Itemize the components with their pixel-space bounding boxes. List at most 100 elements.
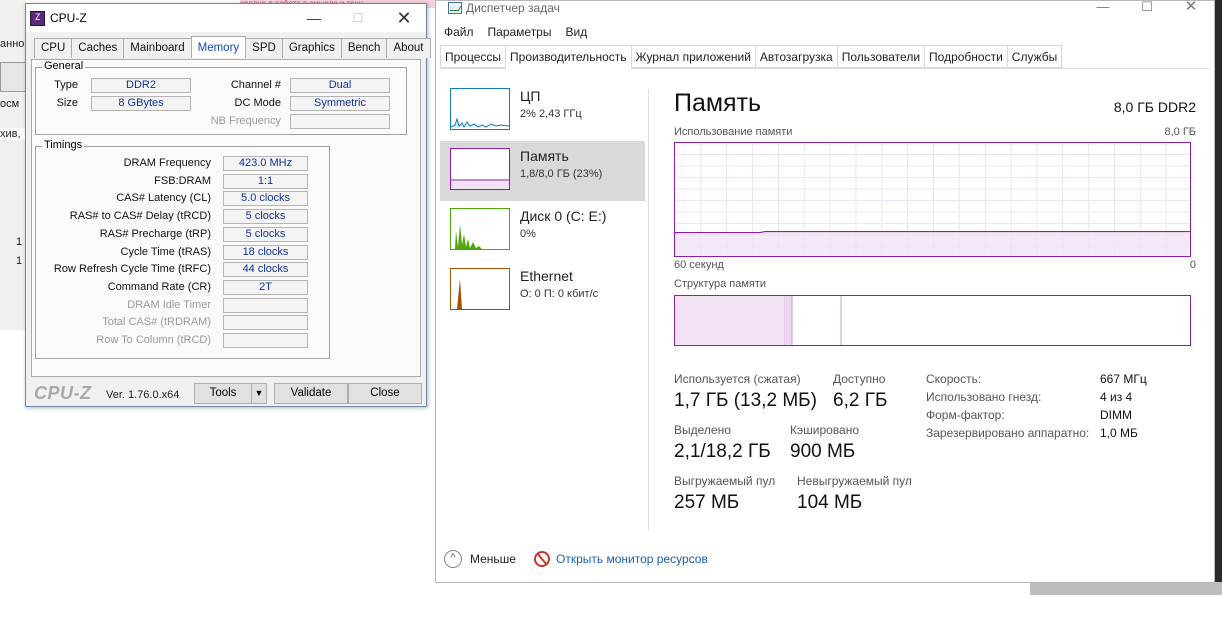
timings-group-label: Timings (42, 139, 85, 151)
menu-options[interactable]: Параметры (488, 25, 552, 39)
nonpaged-pool-label: Невыгружаемый пул (797, 474, 912, 488)
size-label: Size (56, 97, 78, 109)
usage-graph-label: Использование памяти (674, 126, 793, 138)
open-resource-monitor-link[interactable]: Открыть монитор ресурсов (556, 552, 708, 566)
hw-reserved-label: Зарезервировано аппаратно: (926, 426, 1090, 440)
tab-details[interactable]: Подробности (924, 45, 1007, 68)
bg-text-1: анно (0, 38, 25, 50)
form-factor-value: DIMM (1100, 408, 1132, 422)
timing-label: Row Refresh Cycle Time (tRFC) (53, 263, 211, 276)
bg-text-2: осм (0, 98, 20, 110)
tab-users[interactable]: Пользователи (836, 45, 925, 68)
timing-label: Total CAS# (tRDRAM) (102, 316, 211, 329)
tab-cpu[interactable]: CPU (34, 38, 73, 58)
tab-performance[interactable]: Производительность (505, 45, 631, 69)
timing-label: Row To Column (tRCD) (96, 334, 211, 346)
memory-thumbnail (450, 148, 510, 190)
tab-caches[interactable]: Caches (71, 38, 125, 58)
version-text: Ver. 1.76.0.x64 (106, 389, 180, 401)
tab-services[interactable]: Службы (1006, 45, 1063, 68)
disk-thumbnail (450, 208, 510, 250)
timing-value: 44 clocks (223, 262, 308, 278)
tm-minimize-button[interactable]: — (1081, 0, 1125, 15)
cpuz-window: Z CPU-Z — ☐ ✕ CPU Caches Mainboard Memor… (25, 3, 431, 407)
tm-maximize-button[interactable]: ☐ (1125, 0, 1169, 15)
composition-modified (785, 296, 792, 345)
nbfreq-label: NB Frequency (210, 115, 281, 127)
menu-file[interactable]: Файл (444, 25, 474, 39)
usage-graph-max: 8,0 ГБ (1164, 126, 1196, 138)
in-use-label: Используется (сжатая) (674, 372, 801, 386)
nonpaged-pool-value: 104 МБ (797, 492, 863, 513)
tools-dropdown-icon[interactable]: ▼ (251, 383, 267, 404)
sidebar-item-cpu[interactable]: ЦП 2% 2,43 ГГц (440, 81, 645, 141)
timing-value: 2T (223, 279, 308, 295)
graph-time-left: 60 секунд (674, 259, 724, 271)
timing-value (223, 297, 308, 313)
cpuz-app-icon: Z (30, 11, 45, 26)
tm-footer: ^ Меньше Открыть монитор ресурсов (444, 549, 844, 569)
ethernet-thumbnail (450, 268, 510, 310)
validate-button[interactable]: Validate (274, 383, 348, 404)
sidebar-memory-sub: 1,8/8,0 ГБ (23%) (520, 168, 603, 180)
memory-composition-bar (674, 295, 1191, 346)
sidebar-item-ethernet[interactable]: Ethernet О: 0 П: 0 кбит/с (440, 261, 645, 321)
chevron-up-icon[interactable]: ^ (444, 550, 462, 568)
type-value: DDR2 (91, 78, 191, 93)
menu-view[interactable]: Вид (565, 25, 587, 39)
usage-area (675, 231, 1190, 256)
memory-panel: General Type DDR2 Size 8 GBytes Channel … (31, 59, 421, 377)
composition-in-use (675, 296, 785, 345)
sidebar-divider (648, 89, 649, 531)
dcmode-label: DC Mode (234, 97, 281, 109)
timing-value: 5 clocks (223, 226, 308, 242)
timing-value: 1:1 (223, 173, 308, 189)
tab-processes[interactable]: Процессы (440, 45, 506, 68)
tm-tabs: Процессы Производительность Журнал прило… (440, 45, 1210, 69)
tab-app-history[interactable]: Журнал приложений (630, 45, 755, 68)
timing-value: 18 clocks (223, 244, 308, 260)
cpu-thumbnail (450, 88, 510, 130)
fewer-details-link[interactable]: Меньше (470, 552, 516, 566)
close-button[interactable]: Close (348, 383, 422, 404)
tm-titlebar[interactable]: Диспетчер задач — ☐ ✕ (436, 0, 1214, 21)
sidebar-disk-sub: 0% (520, 228, 536, 240)
memory-usage-graph (674, 142, 1191, 257)
dcmode-value: Symmetric (290, 96, 390, 111)
maximize-button[interactable]: ☐ (344, 8, 372, 28)
perf-sidebar: ЦП 2% 2,43 ГГц Память 1,8/8,0 ГБ (23%) Д… (440, 81, 645, 321)
bg-toolbar (0, 62, 26, 92)
minimize-button[interactable]: — (300, 8, 328, 28)
tab-spd[interactable]: SPD (245, 38, 283, 58)
timings-group: Timings DRAM Frequency 423.0 MHz FSB:DRAM 1… (35, 139, 330, 359)
speed-value: 667 МГц (1100, 372, 1147, 386)
tab-mainboard[interactable]: Mainboard (123, 38, 192, 58)
tm-close-button[interactable]: ✕ (1169, 0, 1213, 15)
timing-label: DRAM Frequency (123, 157, 211, 169)
nbfreq-value (290, 114, 390, 129)
sidebar-item-memory[interactable]: Память 1,8/8,0 ГБ (23%) (440, 141, 645, 201)
slots-value: 4 из 4 (1100, 390, 1133, 404)
tab-bench[interactable]: Bench (340, 38, 388, 58)
timing-label: RAS# to CAS# Delay (tRCD) (69, 210, 211, 223)
type-label: Type (54, 79, 78, 91)
background-window-bottom (1030, 582, 1222, 595)
sidebar-disk-name: Диск 0 (C: E:) (520, 208, 607, 224)
tab-graphics[interactable]: Graphics (281, 38, 342, 58)
tab-startup[interactable]: Автозагрузка (754, 45, 837, 68)
tab-memory[interactable]: Memory (190, 36, 247, 58)
timing-value (223, 333, 308, 348)
close-window-button[interactable]: ✕ (390, 8, 418, 28)
slots-label: Использовано гнезд: (926, 390, 1042, 404)
sidebar-ethernet-sub: О: 0 П: 0 кбит/с (520, 288, 599, 300)
cpuz-titlebar[interactable]: Z CPU-Z — ☐ ✕ (26, 4, 426, 32)
timing-label: CAS# Latency (CL) (116, 192, 211, 205)
sidebar-item-disk[interactable]: Диск 0 (C: E:) 0% (440, 201, 645, 261)
cpuz-tabs: CPU Caches Mainboard Memory SPD Graphics… (34, 36, 431, 60)
memory-spec: 8,0 ГБ DDR2 (1113, 99, 1196, 115)
tools-button[interactable]: Tools (194, 383, 252, 404)
structure-label: Структура памяти (674, 278, 767, 290)
sidebar-ethernet-name: Ethernet (520, 268, 573, 284)
hw-reserved-value: 1,0 МБ (1100, 426, 1138, 440)
tab-about[interactable]: About (386, 38, 431, 58)
